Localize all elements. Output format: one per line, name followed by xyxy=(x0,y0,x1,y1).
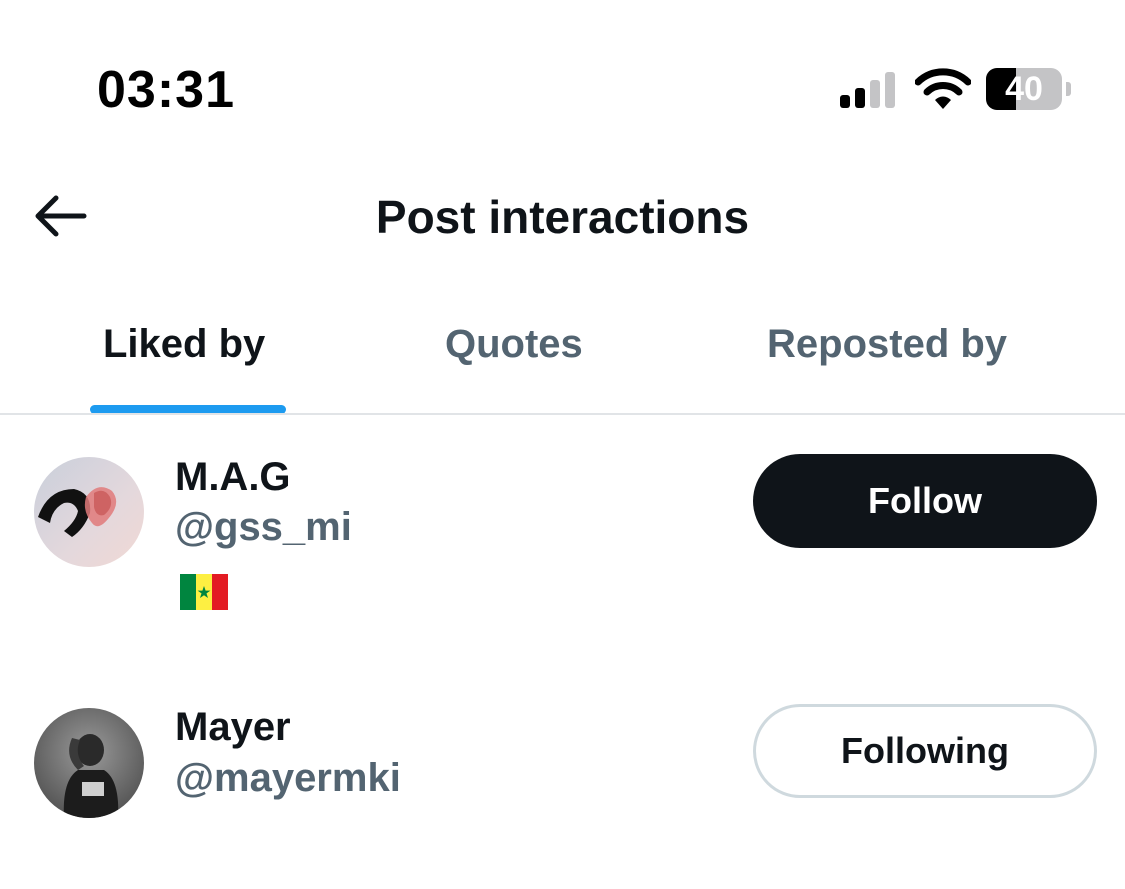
avatar[interactable] xyxy=(34,457,144,567)
user-name[interactable]: Mayer xyxy=(175,705,291,750)
user-handle[interactable]: @mayermki xyxy=(175,756,401,801)
tab-reposted-by[interactable]: Reposted by xyxy=(767,322,1007,367)
following-button[interactable]: Following xyxy=(753,704,1097,798)
avatar[interactable] xyxy=(34,708,144,818)
signal-icon xyxy=(840,70,900,108)
battery-icon: 40 xyxy=(986,68,1071,110)
tab-quotes[interactable]: Quotes xyxy=(445,322,583,367)
page-title: Post interactions xyxy=(375,191,750,243)
wifi-icon xyxy=(914,68,972,110)
user-name[interactable]: M.A.G xyxy=(175,455,291,500)
status-time: 03:31 xyxy=(97,61,235,119)
battery-level: 40 xyxy=(1005,70,1043,108)
follow-button[interactable]: Follow xyxy=(753,454,1097,548)
tab-divider xyxy=(0,413,1125,415)
user-bio xyxy=(180,574,228,615)
tab-liked-by[interactable]: Liked by xyxy=(103,322,265,367)
user-handle[interactable]: @gss_mi xyxy=(175,505,352,550)
senegal-flag-icon xyxy=(180,574,228,610)
